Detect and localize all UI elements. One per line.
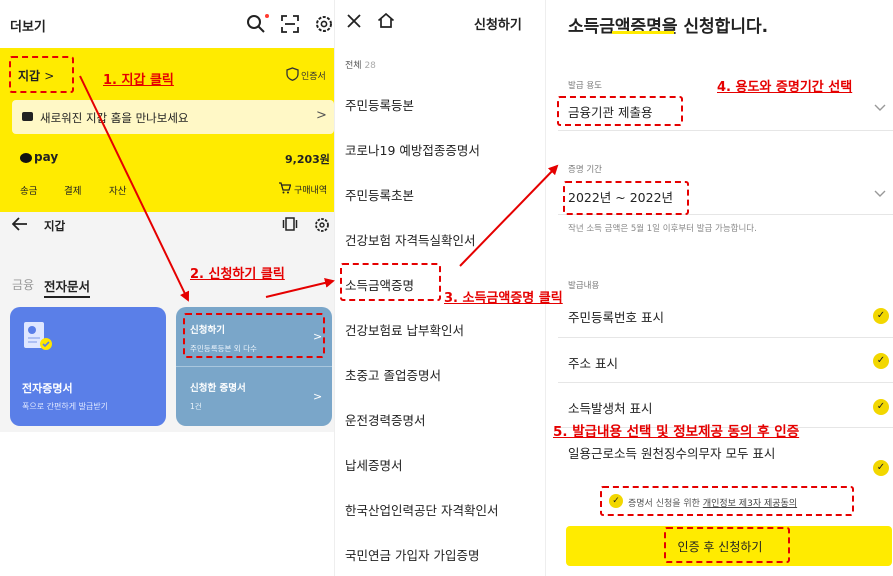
notification-dot (265, 14, 269, 18)
check-icon[interactable]: ✓ (873, 308, 889, 324)
scan-icon[interactable] (280, 14, 300, 34)
all-filter[interactable]: 전체 28 (345, 58, 376, 71)
chevron-down-icon (874, 104, 886, 111)
gear-icon[interactable] (314, 14, 334, 34)
highlight-consent (600, 486, 854, 516)
card-divider (176, 366, 332, 367)
divider (558, 382, 893, 383)
wallet-subtitle: 지갑 (44, 219, 66, 233)
divider (558, 337, 893, 338)
highlight-income-cert (340, 263, 441, 301)
annotation-step4: 4. 용도와 증명기간 선택 (717, 80, 853, 95)
cert-link[interactable]: 인증서 (301, 69, 326, 82)
page-title: 더보기 (10, 20, 46, 35)
chevron-right-icon: > (313, 390, 323, 403)
send-button[interactable]: 송금 (20, 183, 37, 197)
list-item[interactable]: 초중고 졸업증명서 (345, 365, 441, 384)
annotation-step5: 5. 발급내용 선택 및 정보제공 동의 후 인증 (553, 424, 800, 440)
chevron-right-icon: > (316, 108, 327, 123)
annotation-step1: 1. 지갑 클릭 (103, 73, 174, 88)
document-icon (24, 322, 52, 350)
close-icon[interactable] (346, 13, 362, 29)
gear-icon[interactable] (314, 217, 330, 233)
orders-link[interactable]: 구매내역 (294, 183, 327, 196)
pay-button[interactable]: 결제 (64, 183, 81, 197)
annotation-step2: 2. 신청하기 클릭 (190, 267, 285, 282)
option-daily-worker: 일용근로소득 원천징수의무자 모두 표시 (568, 446, 776, 461)
applied-certs-count: 1건 (190, 402, 202, 411)
option-address: 주소 표시 (568, 356, 618, 371)
purpose-label: 발급 용도 (568, 81, 602, 91)
option-resident-number: 주민등록번호 표시 (568, 310, 664, 325)
back-arrow-icon[interactable] (12, 217, 28, 231)
ecert-card-subtitle: 폭으로 간편하게 발급받기 (22, 402, 109, 411)
pay-bubble-icon (20, 153, 32, 163)
option-income-source: 소득발생처 표시 (568, 401, 653, 416)
home-icon[interactable] (377, 12, 395, 29)
annotation-step3: 3. 소득금액증명 클릭 (444, 291, 563, 306)
list-item[interactable]: 건강보험 자격득실확인서 (345, 230, 475, 249)
all-label: 전체 (345, 61, 362, 71)
list-item[interactable]: 건강보험료 납부확인서 (345, 320, 464, 339)
highlight-submit (664, 527, 790, 563)
ecert-card-title: 전자증명서 (22, 382, 73, 395)
pay-balance[interactable]: 9,203원 (285, 151, 330, 167)
divider (558, 130, 893, 131)
title-highlight (612, 31, 674, 34)
contents-label: 발급내용 (568, 281, 600, 291)
highlight-wallet (9, 56, 74, 93)
list-item[interactable]: 국민연금 가입자 가입증명 (345, 545, 479, 564)
list-item[interactable]: 한국산업인력공단 자격확인서 (345, 500, 498, 519)
highlight-apply (183, 313, 325, 358)
period-label: 증명 기간 (568, 165, 602, 175)
list-item[interactable]: 운전경력증명서 (345, 410, 426, 429)
list-item[interactable]: 주민등록초본 (345, 185, 414, 204)
pay-label: pay (34, 150, 59, 164)
list-item[interactable]: 주민등록등본 (345, 95, 414, 114)
period-note: 작년 소득 금액은 5월 1일 이후부터 발급 가능합니다. (568, 224, 757, 234)
tab-edocs[interactable]: 전자문서 (44, 276, 91, 298)
list-item[interactable]: 코로나19 예방접종증명서 (345, 140, 480, 159)
highlight-purpose (557, 96, 683, 126)
wallet-icon (22, 112, 33, 121)
card-stack-icon[interactable] (282, 216, 298, 232)
all-count: 28 (364, 61, 376, 71)
highlight-period (563, 181, 689, 215)
check-icon[interactable]: ✓ (873, 399, 889, 415)
shield-icon (286, 67, 299, 81)
chevron-down-icon (874, 190, 886, 197)
check-icon[interactable]: ✓ (873, 460, 889, 476)
applied-certs-title[interactable]: 신청한 증명서 (190, 380, 246, 394)
notice-text: 새로워진 지갑 홈을 만나보세요 (40, 111, 189, 125)
list-item[interactable]: 납세증명서 (345, 455, 403, 474)
list-title: 신청하기 (474, 18, 522, 33)
tab-finance[interactable]: 금융 (12, 276, 34, 293)
cart-icon (279, 182, 291, 194)
check-icon[interactable]: ✓ (873, 353, 889, 369)
search-icon[interactable] (246, 14, 266, 34)
assets-button[interactable]: 자산 (109, 183, 126, 197)
